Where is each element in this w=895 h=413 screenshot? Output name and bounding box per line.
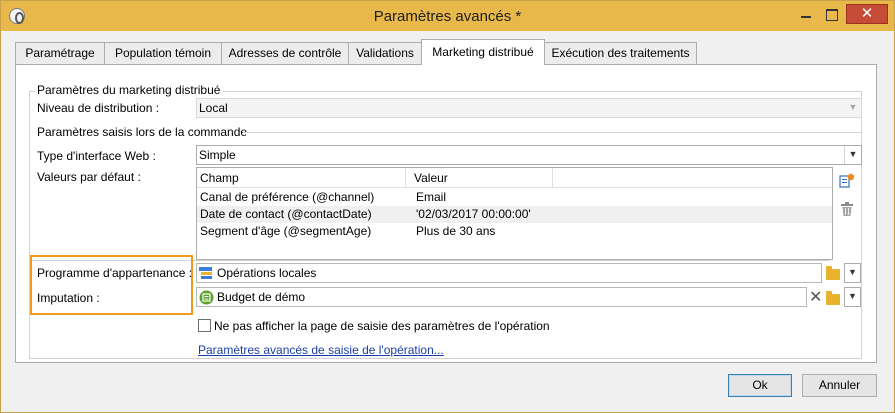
imputation-value[interactable]: Budget de démo <box>217 290 305 304</box>
section-distributed-line-left <box>29 91 35 92</box>
group-frame-bottom <box>29 358 862 359</box>
add-value-icon[interactable] <box>839 173 855 189</box>
dialog-window: Paramètres avancés * ✕ Paramétrage Popul… <box>0 0 895 413</box>
chevron-down-icon: ▼ <box>848 291 857 301</box>
tab-population-temoin[interactable]: Population témoin <box>104 42 222 64</box>
hide-params-label[interactable]: Ne pas afficher la page de saisie des pa… <box>214 319 550 333</box>
ok-button[interactable]: Ok <box>728 374 792 397</box>
hide-params-checkbox[interactable] <box>198 319 211 332</box>
minimize-button[interactable] <box>795 4 817 24</box>
folder-tree-icon <box>199 267 212 279</box>
program-value: Opérations locales <box>217 266 317 280</box>
close-button[interactable]: ✕ <box>846 4 888 24</box>
distribution-level-label: Niveau de distribution : <box>37 101 160 115</box>
table-row[interactable]: Date de contact (@contactDate) '02/03/20… <box>197 206 832 223</box>
maximize-button[interactable] <box>820 4 842 24</box>
trash-icon[interactable] <box>839 201 855 217</box>
table-row[interactable]: Canal de préférence (@channel) Email <box>197 189 832 206</box>
imputation-label: Imputation : <box>37 291 100 305</box>
column-header-champ[interactable]: Champ <box>200 171 239 185</box>
window-title: Paramètres avancés * <box>373 8 522 25</box>
section-distributed-title: Paramètres du marketing distribué <box>37 83 221 97</box>
column-divider <box>552 168 553 188</box>
cell-valeur: '02/03/2017 00:00:00' <box>416 207 531 221</box>
cell-valeur: Email <box>416 190 447 204</box>
chevron-down-icon[interactable]: ▼ <box>844 146 861 164</box>
highlight-box <box>30 255 193 315</box>
table-row[interactable]: Segment d'âge (@segmentAge) Plus de 30 a… <box>197 223 832 240</box>
program-field[interactable]: Opérations locales <box>196 263 822 283</box>
default-values-grid[interactable]: Champ Valeur Canal de préférence (@chann… <box>196 167 833 260</box>
grid-header: Champ Valeur <box>197 168 832 188</box>
default-values-label: Valeurs par défaut : <box>37 170 141 184</box>
program-label: Programme d'appartenance : <box>37 266 193 280</box>
cancel-button[interactable]: Annuler <box>802 374 877 397</box>
tab-adresses-de-controle[interactable]: Adresses de contrôle <box>221 42 349 64</box>
section-distributed-line <box>223 91 862 92</box>
column-header-valeur[interactable]: Valeur <box>414 171 448 185</box>
chevron-down-icon: ▼ <box>848 267 857 277</box>
cell-champ: Canal de préférence (@channel) <box>200 190 375 204</box>
cell-champ: Segment d'âge (@segmentAge) <box>200 224 372 238</box>
tab-parametrage[interactable]: Paramétrage <box>15 42 105 64</box>
budget-icon <box>199 290 214 305</box>
tab-marketing-distribue[interactable]: Marketing distribué <box>421 39 545 65</box>
web-interface-select[interactable]: Simple ▼ <box>196 145 862 165</box>
tab-execution-des-traitements[interactable]: Exécution des traitements <box>544 42 697 64</box>
group-frame-left <box>29 91 30 359</box>
chevron-down-icon: ▼ <box>848 102 858 112</box>
close-icon: ✕ <box>860 5 874 22</box>
cell-champ: Date de contact (@contactDate) <box>200 207 372 221</box>
section-order-line <box>243 132 862 133</box>
web-interface-value: Simple <box>199 148 236 162</box>
web-interface-label: Type d'interface Web : <box>37 149 156 163</box>
program-dropdown-button[interactable]: ▼ <box>844 263 861 283</box>
distribution-level-value: Local <box>199 101 228 115</box>
title-bar[interactable]: Paramètres avancés * ✕ <box>1 1 894 31</box>
section-order-title: Paramètres saisis lors de la commande <box>37 125 248 139</box>
folder-icon[interactable] <box>826 291 840 305</box>
column-divider <box>405 168 406 188</box>
clear-icon[interactable]: ✕ <box>809 287 822 307</box>
distribution-level-select: Local ▼ <box>196 98 862 118</box>
cell-valeur: Plus de 30 ans <box>416 224 496 238</box>
folder-icon[interactable] <box>826 266 840 280</box>
advanced-params-link[interactable]: Paramètres avancés de saisie de l'opérat… <box>198 343 444 357</box>
imputation-field[interactable]: Budget de démo <box>196 287 807 307</box>
tab-validations[interactable]: Validations <box>348 42 422 64</box>
imputation-dropdown-button[interactable]: ▼ <box>844 287 861 307</box>
